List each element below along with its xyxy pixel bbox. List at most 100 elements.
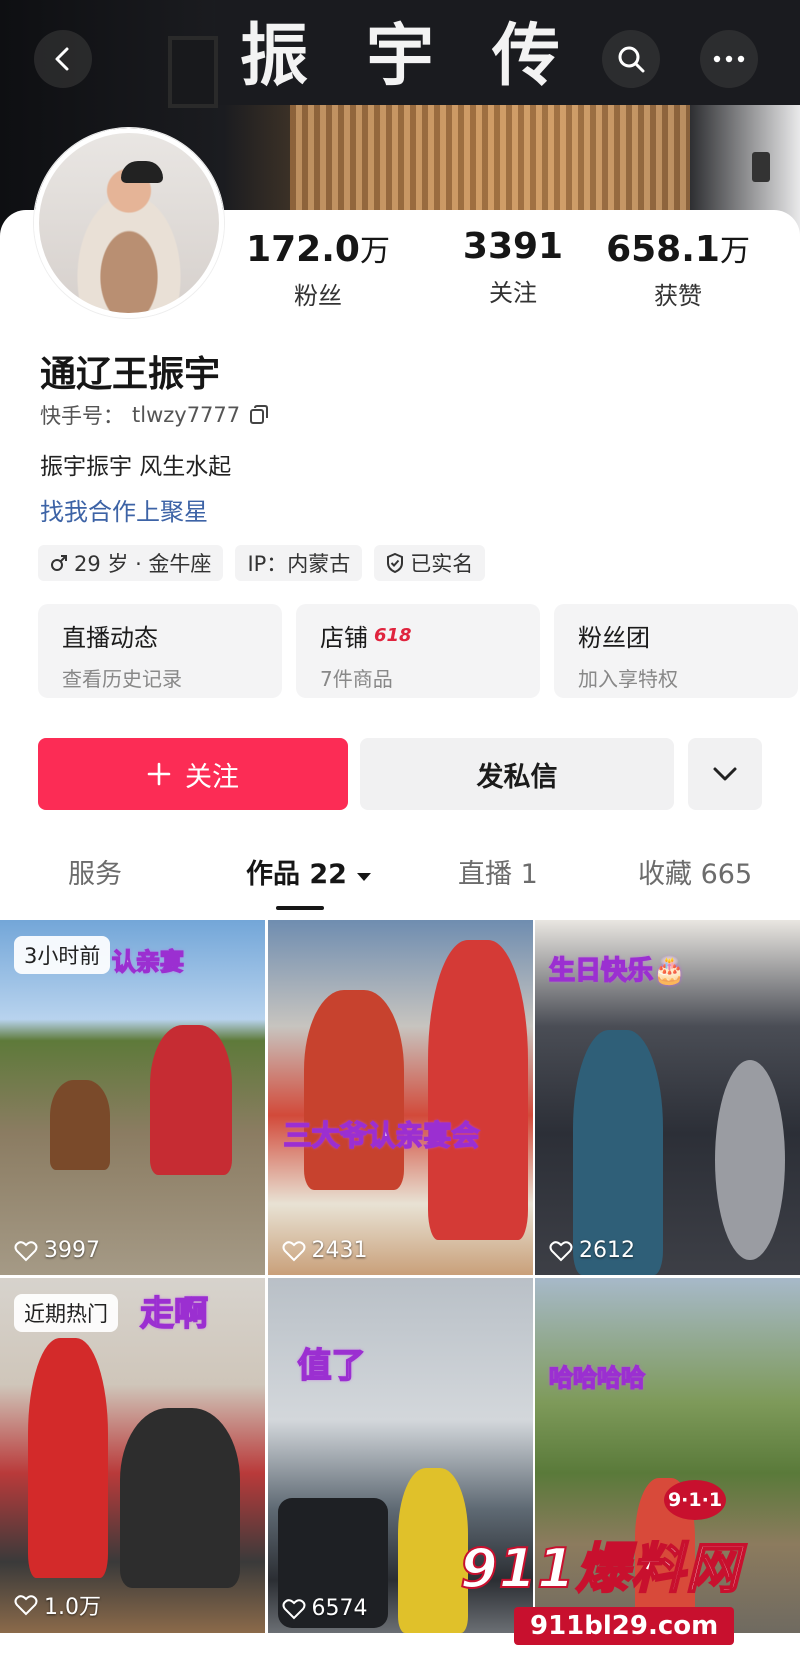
tile-subtitle: 查看历史记录 (62, 667, 182, 691)
tile-title: 店铺 (320, 624, 368, 652)
video-card[interactable]: 生日快乐🎂 2612 (535, 920, 800, 1275)
feature-tiles: 直播动态 查看历史记录 店铺 618 7件商品 粉丝团 加入享特权 (38, 604, 798, 698)
video-likes: 6574 (282, 1596, 368, 1621)
banner-window (168, 36, 218, 108)
video-figure (28, 1338, 108, 1578)
content-tabs: 服务 作品 22 直播 1 收藏 665 (0, 852, 800, 912)
watermark-badge: 9·1·1 (664, 1480, 726, 1520)
banner-sign-text: 振宇传 (240, 16, 619, 96)
uid-label: 快手号： (40, 404, 124, 428)
video-caption: 生日快乐🎂 (548, 955, 686, 987)
tile-subtitle: 加入享特权 (578, 667, 678, 691)
heart-icon (14, 1240, 38, 1261)
stat-value: 658.1万 (606, 229, 750, 270)
heart-icon (282, 1598, 305, 1619)
618-badge: 618 (374, 625, 412, 646)
plus-icon (147, 762, 171, 786)
video-card[interactable]: 3小时前 认亲宴 3997 (0, 920, 265, 1275)
watermark-brand: 911爆料网 (459, 1536, 741, 1601)
heart-icon (549, 1240, 573, 1261)
video-caption: 走啊 (139, 1293, 209, 1335)
likes-count: 2431 (311, 1238, 368, 1263)
video-caption: 哈哈哈哈 (548, 1363, 646, 1393)
verified-tag-text: 已实名 (410, 552, 474, 576)
video-tag: 近期热门 (14, 1294, 118, 1332)
ip-tag: IP：内蒙古 (235, 545, 363, 581)
tab-indicator (276, 906, 324, 910)
message-button[interactable]: 发私信 (360, 738, 674, 810)
verified-tag: 已实名 (374, 545, 486, 581)
copy-icon[interactable] (248, 404, 270, 426)
video-figure (150, 1025, 232, 1175)
back-button[interactable] (34, 30, 92, 88)
search-icon (618, 46, 645, 73)
tab-services[interactable]: 服务 (68, 852, 122, 891)
age-tag: 29 岁 · 金牛座 (38, 545, 224, 581)
video-figure (120, 1408, 240, 1588)
video-card[interactable]: 三大爷认亲宴会 2431 (267, 920, 533, 1275)
video-tag: 3小时前 (14, 936, 111, 974)
likes-count: 6574 (311, 1596, 368, 1621)
stat-following[interactable]: 3391 关注 (433, 226, 593, 308)
fan-club-tile[interactable]: 粉丝团 加入享特权 (554, 604, 798, 698)
stat-likes[interactable]: 658.1万 获赞 (598, 226, 758, 311)
uid-value: tlwzy7777 (132, 403, 241, 427)
stat-label: 关注 (489, 279, 537, 307)
avatar-hair (121, 161, 163, 183)
video-figure (397, 1468, 468, 1633)
caret-down-icon (357, 873, 372, 881)
stat-label: 获赞 (654, 282, 702, 310)
banner-lamp (752, 152, 770, 182)
video-figure (50, 1080, 110, 1170)
watermark-url: 911bl29.com (514, 1607, 735, 1645)
search-button[interactable] (602, 30, 660, 88)
video-caption: 认亲宴 (111, 947, 185, 977)
video-likes: 3997 (14, 1238, 100, 1263)
profile-name: 通辽王振宇 (40, 354, 221, 395)
stat-label: 粉丝 (294, 282, 342, 310)
profile-tags: 29 岁 · 金牛座 IP：内蒙古 已实名 (38, 545, 486, 581)
watermark: 9·1·1 911爆料网 911bl29.com (459, 1480, 790, 1645)
live-history-tile[interactable]: 直播动态 查看历史记录 (38, 604, 282, 698)
video-caption: 值了 (297, 1345, 367, 1387)
more-icon (713, 55, 745, 63)
expand-button[interactable] (688, 738, 762, 810)
video-likes: 2431 (282, 1238, 368, 1263)
male-icon (51, 555, 67, 571)
stat-value: 3391 (462, 226, 564, 267)
tab-live[interactable]: 直播 1 (458, 852, 538, 891)
stat-fans[interactable]: 172.0万 粉丝 (238, 226, 398, 311)
heart-icon (14, 1595, 38, 1616)
tab-works[interactable]: 作品 22 (246, 852, 372, 891)
tab-favorites[interactable]: 收藏 665 (638, 852, 752, 891)
profile-uid: 快手号： tlwzy7777 (40, 400, 270, 430)
follow-label: 关注 (185, 761, 239, 793)
heart-icon (282, 1240, 305, 1261)
video-caption: 三大爷认亲宴会 (283, 1118, 481, 1153)
chevron-down-icon (713, 767, 737, 781)
balloon-cluster (715, 1060, 785, 1260)
more-button[interactable] (700, 30, 758, 88)
tile-title-row: 店铺 618 (320, 618, 516, 653)
shop-tile[interactable]: 店铺 618 7件商品 (296, 604, 540, 698)
video-figure (303, 990, 404, 1190)
shield-icon (387, 553, 404, 573)
video-likes: 2612 (549, 1238, 635, 1263)
avatar[interactable] (34, 128, 224, 318)
tile-title: 直播动态 (62, 624, 158, 652)
likes-count: 1.0万 (44, 1595, 101, 1620)
video-figure (427, 940, 528, 1240)
age-tag-text: 29 岁 · 金牛座 (74, 552, 212, 576)
likes-count: 2612 (579, 1238, 635, 1263)
tab-works-label: 作品 22 (246, 859, 347, 890)
video-card[interactable]: 近期热门 走啊 1.0万 (0, 1278, 265, 1633)
likes-count: 3997 (44, 1238, 100, 1263)
follow-button[interactable]: 关注 (38, 738, 348, 810)
back-icon (55, 47, 69, 71)
stat-value: 172.0万 (246, 229, 390, 270)
profile-bio: 振宇振宇 风生水起 (40, 454, 232, 480)
tile-title: 粉丝团 (578, 624, 650, 652)
video-likes: 1.0万 (14, 1589, 101, 1621)
cooperation-link[interactable]: 找我合作上聚星 (40, 492, 208, 527)
tile-subtitle: 7件商品 (320, 667, 393, 691)
